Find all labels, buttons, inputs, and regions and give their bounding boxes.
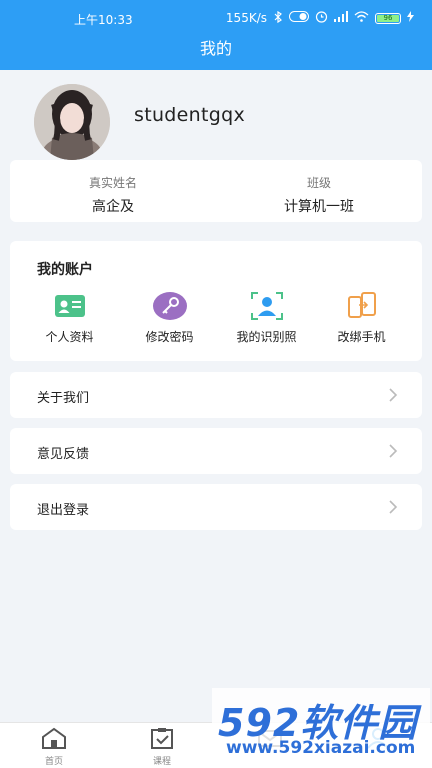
real-name-label: 真实姓名	[88, 176, 137, 190]
key-icon	[152, 291, 187, 321]
about-us-row[interactable]: 关于我们	[10, 372, 422, 418]
charging-icon	[407, 11, 414, 25]
page-title: 我的	[199, 39, 232, 58]
tab-courses[interactable]: 课程	[108, 727, 216, 767]
logout-label: 退出登录	[37, 503, 90, 518]
avatar[interactable]	[34, 84, 110, 160]
toggle-icon	[289, 11, 309, 25]
class-value: 计算机一班	[284, 199, 354, 215]
my-account-title: 我的账户	[37, 262, 93, 278]
change-phone-button[interactable]: 改绑手机	[310, 291, 413, 345]
real-name-value: 高企及	[92, 199, 134, 215]
feedback-row[interactable]: 意见反馈	[10, 428, 422, 474]
status-time: 上午10:33	[74, 13, 133, 27]
change-phone-label: 改绑手机	[337, 330, 386, 344]
real-name-block: 真实姓名 高企及	[10, 160, 216, 216]
change-password-button[interactable]: 修改密码	[118, 291, 221, 345]
id-card-icon	[53, 291, 87, 321]
face-photo-button[interactable]: 我的识别照	[215, 291, 318, 345]
signal-icon	[334, 11, 348, 25]
class-block: 班级 计算机一班	[216, 160, 422, 216]
change-password-label: 修改密码	[145, 330, 194, 344]
net-speed: 155K/s	[225, 11, 267, 25]
chevron-right-icon	[389, 387, 398, 406]
class-label: 班级	[306, 176, 331, 190]
wifi-icon	[354, 11, 369, 25]
my-account-card: 我的账户 个人资料 修改密码 我的识别照 改绑手机	[10, 241, 422, 361]
student-info-card: 真实姓名 高企及 班级 计算机一班	[10, 160, 422, 222]
tab-home-label: 首页	[44, 757, 63, 767]
tab-home[interactable]: 首页	[0, 727, 108, 767]
watermark-overlay: 592软件园 www.592xiazai.com	[212, 688, 430, 768]
face-photo-label: 我的识别照	[236, 330, 297, 344]
about-us-label: 关于我们	[37, 391, 90, 406]
personal-info-button[interactable]: 个人资料	[18, 291, 121, 345]
username: studentgqx	[134, 104, 245, 126]
alarm-icon	[315, 10, 328, 26]
bluetooth-icon	[273, 10, 283, 26]
status-bar: 上午10:33 155K/s 96	[0, 0, 432, 36]
battery-icon: 96	[375, 12, 401, 24]
chevron-right-icon	[389, 443, 398, 462]
logout-row[interactable]: 退出登录	[10, 484, 422, 530]
personal-info-label: 个人资料	[45, 330, 94, 344]
profile-section: studentgqx	[0, 70, 432, 160]
watermark-url: www.592xiazai.com	[226, 738, 416, 758]
home-icon	[42, 727, 66, 749]
tab-courses-label: 课程	[152, 757, 171, 767]
status-icons: 155K/s 96	[226, 10, 414, 26]
chevron-right-icon	[389, 499, 398, 518]
clipboard-check-icon	[151, 728, 173, 749]
feedback-label: 意见反馈	[37, 447, 90, 462]
phone-switch-icon	[345, 291, 379, 321]
face-scan-icon	[250, 291, 284, 321]
page-header: 我的	[0, 36, 432, 70]
